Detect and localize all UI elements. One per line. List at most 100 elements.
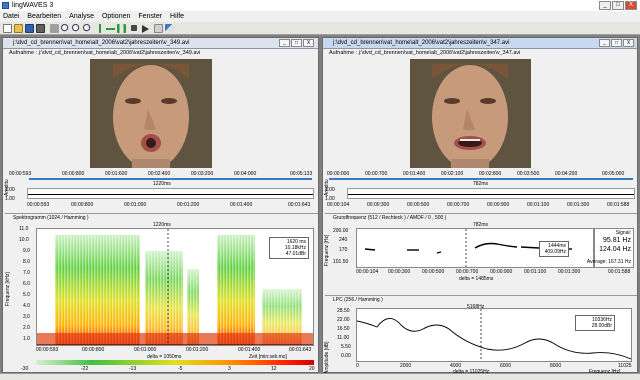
open-folder-icon[interactable]: [14, 24, 23, 33]
left-analysis-window: j:\dvd_cd_brennen\vat_home\alt_2006\vat2…: [2, 37, 319, 373]
right-analysis-window: j:\dvd_cd_brennen\vat_home\alt_2006\vat2…: [322, 37, 638, 375]
print-icon[interactable]: [36, 24, 45, 33]
right-lpc-ytick: 5.50: [341, 344, 351, 350]
right-f0-xtick: 00:00:300: [388, 269, 411, 275]
play-icon[interactable]: [142, 25, 149, 33]
right-f0-ytick: 101.50: [333, 259, 349, 265]
stop-icon[interactable]: [131, 25, 137, 31]
right-lpc-yaxis: 28.50 22.00 16.50 11.00 5.50 0.00: [333, 308, 355, 362]
left-spectro-ytick: 1.0: [23, 336, 30, 342]
left-colorscale-tick: -13: [129, 366, 137, 372]
left-colorscale-tick: -5: [178, 366, 183, 372]
right-minimize-button[interactable]: _: [599, 39, 610, 47]
left-timeline-tick: 00:05:133: [290, 171, 313, 177]
right-lpc-ytick: 28.50: [337, 308, 350, 314]
right-f0-header: Grundfrequenz (512 / Rechteck ) / AMDF /…: [325, 213, 637, 222]
left-spectro-info-box: 1620 ms 10.18kHz 47.01dBr: [269, 237, 309, 259]
right-f0-ytick: 240: [339, 237, 348, 243]
right-f0-title: Grundfrequenz (512 / Rechteck ) / AMDF /…: [333, 215, 447, 221]
right-f0-ytick: 170: [339, 247, 348, 253]
right-f0-xaxis: 00:00:104 00:00:300 00:00:500 00:00:700 …: [356, 269, 636, 277]
minimize-button[interactable]: _: [599, 1, 611, 10]
close-button[interactable]: X: [625, 1, 637, 10]
right-f0-plot[interactable]: 1444ms 409.09Hz: [356, 228, 594, 268]
fit-width-icon[interactable]: [95, 24, 104, 33]
left-spectro-xtick: 00:01:400: [238, 347, 261, 353]
right-bottom-tick: 00:00:500: [407, 202, 430, 208]
right-f0-yaxis-label: Frequenz [Hz]: [324, 234, 330, 266]
left-close-button[interactable]: X: [303, 39, 314, 47]
left-spectrogram-plot[interactable]: 1620 ms 10.18kHz 47.01dBr: [36, 228, 314, 346]
right-bottom-tick: 00:00:300: [367, 202, 390, 208]
right-timeline-tick: 00:00:000: [327, 171, 350, 177]
left-spectrogram-title: Spektrogramm (1024 / Hamming ): [13, 215, 89, 221]
export-icon[interactable]: [154, 24, 163, 33]
right-lpc-xtick: 8000: [550, 363, 562, 369]
new-file-icon[interactable]: [3, 24, 12, 33]
left-spectro-xtick: 00:01:200: [186, 347, 209, 353]
menu-optionen[interactable]: Optionen: [99, 11, 133, 22]
left-spectro-xtick: 00:00:800: [82, 347, 105, 353]
right-waveform[interactable]: [347, 188, 635, 199]
right-close-button[interactable]: X: [623, 39, 634, 47]
right-lpc-title: LPC (256 / Hamming ): [333, 297, 383, 303]
right-f0-info-freq: 409.09Hz: [544, 249, 566, 255]
menu-datei[interactable]: Datei: [0, 11, 22, 22]
left-cursor-label: 1220ms: [153, 181, 171, 187]
right-f0-xtick: 00:00:500: [422, 269, 445, 275]
right-video-frame: [410, 59, 531, 168]
left-colorscale-tick: 20: [309, 366, 315, 372]
right-cursor-label: 782ms: [473, 181, 489, 187]
zoom-fit-icon[interactable]: [83, 24, 92, 33]
left-bottom-tick: 00:00:593: [27, 202, 50, 208]
right-bottom-tick: 00:00:700: [447, 202, 470, 208]
right-signal-value-1: 95.81 Hz: [602, 237, 631, 244]
right-bottom-tick: 00:00:900: [487, 202, 510, 208]
maximize-button[interactable]: □: [612, 1, 624, 10]
right-f0-delta: delta = 1485ms: [459, 276, 494, 282]
right-timeline-tick: 00:02:100: [441, 171, 464, 177]
left-maximize-button[interactable]: □: [291, 39, 302, 47]
right-lpc-plot[interactable]: 10336Hz 28.00dBr: [356, 308, 632, 362]
menu-analyse[interactable]: Analyse: [66, 11, 97, 22]
left-colorscale-axis: -30 -22 -13 -5 3 12 20: [17, 366, 317, 373]
fit-height-icon[interactable]: [106, 24, 115, 33]
left-minimize-button[interactable]: _: [279, 39, 290, 47]
window-icon[interactable]: [165, 24, 174, 33]
left-spectro-info-level: 47.01dBr: [285, 251, 306, 257]
right-top-timeline[interactable]: 00:00:000 00:00:700 00:01:400 00:02:100 …: [327, 171, 635, 181]
left-spectro-yaxis-label: Frequenz [kHz]: [5, 272, 11, 306]
left-spectro-ytick: 4.0: [23, 303, 30, 309]
menu-hilfe[interactable]: Hilfe: [167, 11, 187, 22]
left-timeline-tick: 00:00:593: [9, 171, 32, 177]
left-bottom-tick: 00:01:643: [288, 202, 311, 208]
range-icon[interactable]: [117, 24, 126, 33]
right-lpc-info-level: 28.00dBr: [591, 323, 612, 329]
left-colorscale-tick: -22: [81, 366, 89, 372]
right-timeline-tick: 00:03:500: [517, 171, 540, 177]
left-timeline-tick: 00:04:000: [234, 171, 257, 177]
menu-bearbeiten[interactable]: Bearbeiten: [24, 11, 64, 22]
right-lpc-ytick: 11.00: [337, 335, 350, 341]
left-video-frame: [90, 59, 212, 168]
right-lpc-xtick: 6000: [500, 363, 512, 369]
left-bottom-tick: 00:01:200: [177, 202, 200, 208]
zoom-out-icon[interactable]: [72, 24, 81, 33]
zoom-in-icon[interactable]: [61, 24, 70, 33]
left-colorscale-tick: 12: [271, 366, 277, 372]
right-timeline-tick: 00:04:200: [555, 171, 578, 177]
right-recording-label: Aufnahme : j:\dvd_cd_brennen\vat_home\al…: [329, 50, 521, 56]
right-f0-yaxis: 200.00 240 170 101.50: [333, 228, 355, 268]
right-bottom-tick: 00:01:100: [527, 202, 550, 208]
toolbar: [0, 22, 640, 35]
left-waveform[interactable]: [27, 188, 314, 199]
left-top-timeline[interactable]: 00:00:593 00:00:800 00:01:600 00:02:400 …: [7, 171, 314, 181]
right-face-image: [410, 59, 531, 168]
left-bottom-tick: 00:00:800: [71, 202, 94, 208]
menu-fenster[interactable]: Fenster: [135, 11, 165, 22]
right-maximize-button[interactable]: □: [611, 39, 622, 47]
left-timeline-tick: 00:00:800: [62, 171, 85, 177]
cut-icon[interactable]: [50, 24, 59, 33]
right-lpc-info-box: 10336Hz 28.00dBr: [575, 315, 615, 331]
save-icon[interactable]: [25, 24, 34, 33]
